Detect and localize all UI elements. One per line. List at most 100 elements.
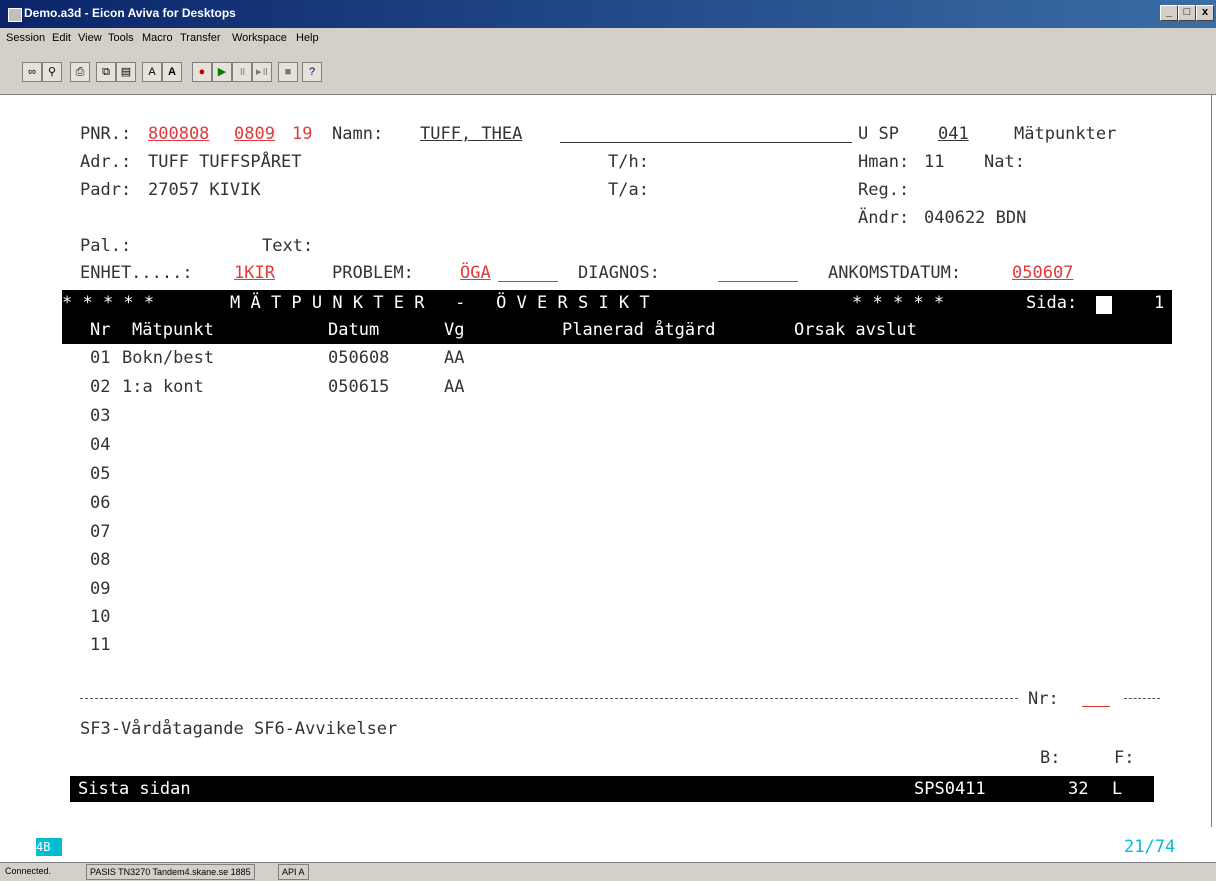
hman-label: Hman:: [858, 152, 910, 172]
text-label: Text:: [262, 236, 314, 256]
row-nr: 08: [90, 550, 111, 570]
mode-indicator: L: [1112, 779, 1123, 799]
padr-value: 27057 KIVIK: [148, 180, 261, 200]
menu-view[interactable]: View: [78, 32, 102, 44]
banner-title: M Ä T P U N K T E R - Ö V E R S I K T: [230, 293, 650, 313]
col-matpunkt: Mätpunkt: [132, 320, 214, 340]
record-icon[interactable]: ●: [192, 62, 212, 82]
status-session-info: PASIS TN3270 Tandem4.skane.se 1885: [86, 864, 255, 880]
pnr-field-3[interactable]: 19: [292, 123, 312, 145]
row-nr: 02: [90, 377, 111, 397]
ankomst-label: ANKOMSTDATUM:: [828, 263, 962, 283]
reg-label: Reg.:: [858, 180, 910, 200]
b-label: B:: [1040, 748, 1061, 768]
col-nr: Nr: [90, 320, 111, 340]
message-bar: [70, 776, 1154, 802]
row-matpunkt: Bokn/best: [122, 348, 215, 368]
ankomst-field[interactable]: 050607: [1012, 262, 1073, 284]
enhet-label: ENHET.....:: [80, 263, 193, 283]
paste-icon[interactable]: ▤: [116, 62, 136, 82]
minimize-button[interactable]: _: [1160, 5, 1178, 21]
message-text: Sista sidan: [78, 779, 191, 799]
status-connection: Connected.: [5, 866, 52, 876]
pal-label: Pal.:: [80, 236, 132, 256]
menu-macro[interactable]: Macro: [142, 32, 173, 44]
row-nr: 11: [90, 635, 111, 655]
keyboard-indicator: 4B: [36, 838, 62, 856]
problem-field[interactable]: ÖGA: [460, 262, 491, 284]
ta-label: T/a:: [608, 180, 649, 200]
row-nr: 09: [90, 579, 111, 599]
row-vg: AA: [444, 348, 465, 368]
nat-label: Nat:: [984, 152, 1025, 172]
padr-label: Padr:: [80, 180, 132, 200]
screen-code[interactable]: 041: [938, 123, 969, 145]
problem-label: PROBLEM:: [332, 263, 414, 283]
help-icon[interactable]: ?: [302, 62, 322, 82]
row-vg: AA: [444, 377, 465, 397]
menu-workspace[interactable]: Workspace: [232, 32, 287, 44]
cursor-position: 21/74: [1124, 837, 1176, 857]
screen-code-prefix: U SP: [858, 124, 899, 144]
close-button[interactable]: x: [1196, 5, 1214, 21]
font-larger-icon[interactable]: A: [162, 62, 182, 82]
sida-cursor[interactable]: [1096, 296, 1112, 314]
dashed-separator: [80, 698, 1018, 699]
col-vg: Vg: [444, 320, 465, 340]
problem-underline: [498, 281, 558, 282]
row-nr: 10: [90, 607, 111, 627]
stop-icon[interactable]: ■: [278, 62, 298, 82]
adr-label: Adr.:: [80, 152, 132, 172]
window-title: Demo.a3d - Eicon Aviva for Desktops: [24, 6, 236, 20]
nr-field[interactable]: [1082, 706, 1110, 707]
banner-stars-left: * * * * *: [62, 293, 155, 313]
row-nr: 05: [90, 464, 111, 484]
row-nr: 06: [90, 493, 111, 513]
menu-edit[interactable]: Edit: [52, 32, 71, 44]
step-icon[interactable]: ▸॥: [252, 62, 272, 82]
f-label: F:: [1114, 748, 1135, 768]
toolbar: [0, 52, 1216, 95]
print-icon[interactable]: ⎙: [70, 62, 90, 82]
connect-icon[interactable]: ∞: [22, 62, 42, 82]
diagnos-field[interactable]: [718, 281, 798, 282]
th-label: T/h:: [608, 152, 649, 172]
row-datum: 050608: [328, 348, 390, 368]
menu-session[interactable]: Session: [6, 32, 45, 44]
font-smaller-icon[interactable]: A: [142, 62, 162, 82]
namn-label: Namn:: [332, 124, 384, 144]
nr-label: Nr:: [1028, 689, 1059, 709]
menu-tools[interactable]: Tools: [108, 32, 134, 44]
pnr-label: PNR.:: [80, 124, 132, 144]
menu-transfer[interactable]: Transfer: [180, 32, 221, 44]
adr-value: TUFF TUFFSPÅRET: [148, 152, 302, 172]
andr-value: 040622 BDN: [924, 208, 1027, 228]
screen-name: Mätpunkter: [1014, 124, 1117, 144]
program-id: SPS0411: [914, 779, 986, 799]
disconnect-icon[interactable]: ⚲: [42, 62, 62, 82]
dashed-separator-end: [1124, 698, 1160, 699]
enhet-field[interactable]: 1KIR: [234, 262, 275, 284]
row-datum: 050615: [328, 377, 390, 397]
menu-help[interactable]: Help: [296, 32, 319, 44]
row-nr: 04: [90, 435, 111, 455]
pnr-field-1[interactable]: 800808: [148, 123, 209, 145]
col-orsak-avslut: Orsak avslut: [794, 320, 917, 340]
sida-value: 1: [1154, 293, 1165, 313]
app-icon: [8, 8, 22, 22]
namn-underline: [560, 142, 852, 143]
function-keys: SF3-Vårdåtagande SF6-Avvikelser: [80, 719, 398, 739]
row-nr: 03: [90, 406, 111, 426]
namn-field[interactable]: TUFF, THEA: [420, 123, 522, 145]
row-nr: 07: [90, 522, 111, 542]
pause-icon[interactable]: ॥: [232, 62, 252, 82]
banner-stars-right: * * * * *: [852, 293, 945, 313]
sida-label: Sida:: [1026, 293, 1078, 313]
pnr-field-2[interactable]: 0809: [234, 123, 275, 145]
andr-label: Ändr:: [858, 208, 910, 228]
play-icon[interactable]: ▶: [212, 62, 232, 82]
record-count: 32: [1068, 779, 1089, 799]
copy-icon[interactable]: ⧉: [96, 62, 116, 82]
col-datum: Datum: [328, 320, 380, 340]
maximize-button[interactable]: □: [1178, 5, 1196, 21]
